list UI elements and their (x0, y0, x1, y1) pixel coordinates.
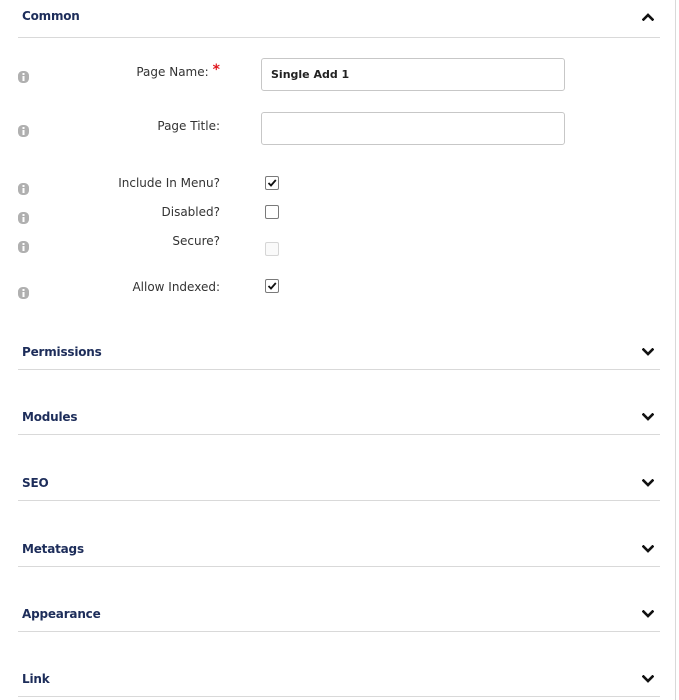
page-name-input[interactable] (261, 58, 565, 91)
info-icon[interactable] (18, 238, 29, 253)
page-name-label: Page Name: * (136, 62, 220, 79)
section-header-link[interactable]: Link (18, 662, 660, 697)
chevron-down-icon[interactable] (642, 413, 654, 425)
required-asterisk: * (212, 62, 220, 78)
info-icon[interactable] (18, 209, 29, 224)
section-header-metatags[interactable]: Metatags (18, 532, 660, 567)
include-in-menu-label: Include In Menu? (118, 176, 220, 190)
disabled-checkbox[interactable] (265, 205, 279, 219)
chevron-down-icon[interactable] (642, 479, 654, 491)
section-header-modules[interactable]: Modules (18, 400, 660, 435)
chevron-down-icon[interactable] (642, 348, 654, 360)
include-in-menu-checkbox[interactable] (265, 176, 279, 190)
allow-indexed-label: Allow Indexed: (132, 280, 220, 294)
disabled-label: Disabled? (161, 205, 221, 219)
chevron-up-icon[interactable] (642, 12, 654, 24)
secure-checkbox (265, 242, 279, 256)
section-title-permissions: Permissions (22, 345, 102, 359)
section-title-appearance: Appearance (22, 607, 101, 621)
section-title-seo: SEO (22, 476, 49, 490)
secure-label: Secure? (172, 234, 220, 248)
section-title-metatags: Metatags (22, 542, 84, 556)
chevron-down-icon[interactable] (642, 545, 654, 557)
section-title-link: Link (22, 672, 50, 686)
info-icon[interactable] (18, 68, 29, 83)
page-title-label: Page Title: (157, 119, 220, 133)
info-icon[interactable] (18, 180, 29, 195)
info-icon[interactable] (18, 122, 29, 137)
section-header-seo[interactable]: SEO (18, 466, 660, 501)
info-icon[interactable] (18, 284, 29, 299)
section-title-modules: Modules (22, 410, 78, 424)
page-title-input[interactable] (261, 112, 565, 145)
chevron-down-icon[interactable] (642, 675, 654, 687)
section-title-common: Common (22, 9, 80, 23)
section-header-common[interactable]: Common (18, 3, 660, 38)
allow-indexed-checkbox[interactable] (265, 279, 279, 293)
chevron-down-icon[interactable] (642, 610, 654, 622)
panel-right-border (675, 0, 676, 700)
section-header-appearance[interactable]: Appearance (18, 597, 660, 632)
section-header-permissions[interactable]: Permissions (18, 335, 660, 370)
